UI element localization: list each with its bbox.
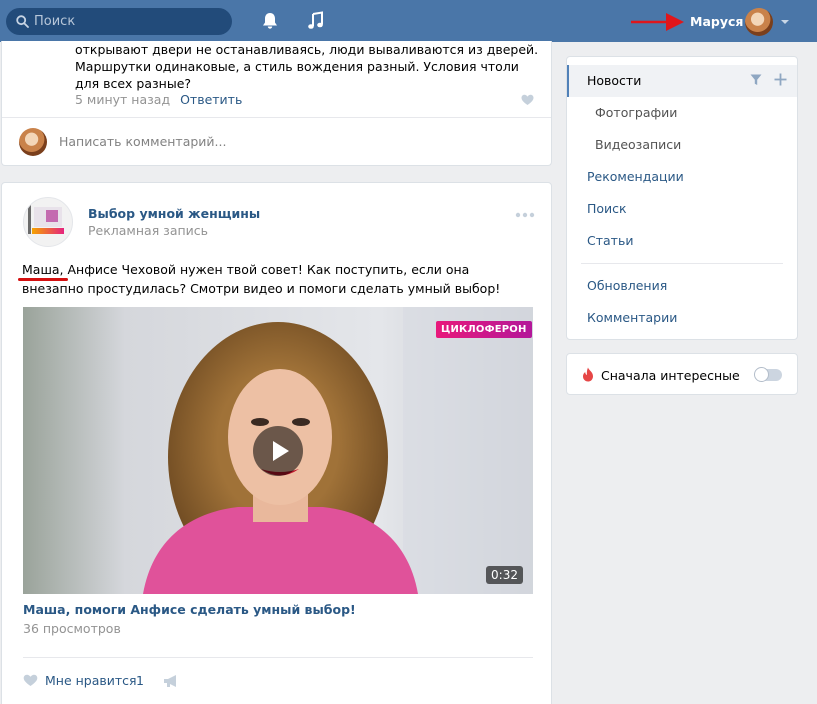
post-text: Маша, Анфисе Чеховой нужен твой совет! К… — [22, 262, 501, 296]
heart-icon[interactable] — [23, 674, 38, 687]
interesting-first-panel: Сначала интересные — [566, 353, 798, 395]
interesting-first-label: Сначала интересные — [601, 368, 740, 383]
comment-meta: 5 минут назад Ответить — [75, 92, 242, 107]
news-menu: Новости Фотографии Видеозаписи Рекоменда… — [566, 56, 798, 340]
comment-input[interactable]: Написать комментарий... — [59, 134, 226, 149]
more-icon[interactable] — [515, 212, 535, 218]
video-thumbnail[interactable]: ЦИКЛОФЕРОН 0:32 — [23, 307, 533, 594]
post-author-link[interactable]: Выбор умной женщины — [88, 206, 260, 221]
post-author-avatar[interactable] — [23, 197, 73, 247]
menu-item-articles[interactable]: Статьи — [587, 233, 633, 248]
username-label[interactable]: Маруся — [690, 14, 743, 29]
divider — [581, 263, 783, 264]
divider — [2, 117, 551, 118]
like-count[interactable]: 1 — [136, 673, 144, 688]
fire-icon — [583, 367, 593, 382]
menu-item-recommendations[interactable]: Рекомендации — [587, 169, 684, 184]
search-input[interactable] — [34, 8, 224, 35]
search-icon — [16, 15, 29, 28]
menu-item-videos[interactable]: Видеозаписи — [595, 137, 681, 152]
avatar[interactable] — [745, 8, 773, 36]
chevron-down-icon[interactable] — [781, 20, 789, 24]
avatar — [19, 128, 47, 156]
top-bar: Маруся — [0, 0, 817, 42]
play-icon[interactable] — [253, 426, 303, 476]
menu-item-comments[interactable]: Комментарии — [587, 310, 677, 325]
menu-item-updates[interactable]: Обновления — [587, 278, 667, 293]
comment-card: открывают двери не останавливаясь, люди … — [1, 41, 552, 166]
like-button[interactable]: Мне нравится — [45, 673, 137, 688]
toggle-knob[interactable] — [754, 367, 769, 382]
reply-link[interactable]: Ответить — [180, 92, 242, 107]
filter-icon[interactable] — [750, 74, 762, 86]
heart-icon[interactable] — [521, 94, 534, 106]
divider — [23, 657, 533, 658]
comment-text: открывают двери не останавливаясь, люди … — [75, 42, 539, 91]
red-underline-annotation — [18, 278, 68, 281]
red-arrow-annotation — [631, 13, 684, 31]
interesting-first-toggle[interactable] — [754, 367, 782, 382]
plus-icon[interactable] — [774, 73, 787, 86]
post-card: Выбор умной женщины Рекламная запись Маш… — [1, 182, 552, 704]
brand-badge: ЦИКЛОФЕРОН — [436, 321, 532, 338]
comment-time[interactable]: 5 минут назад — [75, 92, 170, 107]
video-views: 36 просмотров — [23, 621, 121, 636]
menu-item-news[interactable]: Новости — [587, 73, 641, 88]
search-box[interactable] — [6, 8, 232, 35]
video-title-link[interactable]: Маша, помоги Анфисе сделать умный выбор! — [23, 602, 356, 617]
menu-item-photos[interactable]: Фотографии — [595, 105, 677, 120]
bell-icon[interactable] — [260, 11, 280, 31]
post-subtitle: Рекламная запись — [88, 223, 209, 238]
megaphone-icon[interactable] — [163, 674, 179, 688]
music-icon[interactable] — [306, 11, 326, 31]
menu-item-search[interactable]: Поиск — [587, 201, 627, 216]
video-duration: 0:32 — [486, 566, 523, 584]
